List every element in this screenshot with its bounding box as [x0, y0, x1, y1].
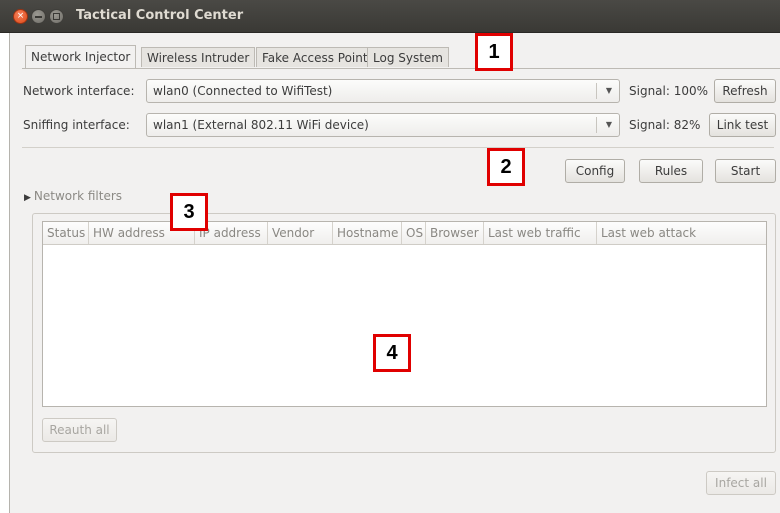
column-header-browser[interactable]: Browser — [426, 222, 484, 244]
tab-wireless-intruder[interactable]: Wireless Intruder — [141, 47, 256, 67]
network-interface-select[interactable]: wlan0 (Connected to WifiTest) ▼ — [146, 79, 620, 103]
rules-button[interactable]: Rules — [639, 159, 703, 183]
tab-log-system[interactable]: Log System — [367, 47, 449, 67]
column-header-last-web-attack[interactable]: Last web attack — [597, 222, 768, 244]
expander-arrow-icon: ▶ — [24, 193, 31, 203]
annotation-marker-1: 1 — [475, 33, 513, 71]
hosts-table[interactable]: Status HW address IP address Vendor Host… — [42, 221, 767, 407]
maximize-window-icon[interactable] — [49, 9, 64, 24]
infect-all-button[interactable]: Infect all — [706, 471, 776, 495]
annotation-marker-3: 3 — [170, 193, 208, 231]
horizontal-separator — [22, 147, 774, 148]
title-bar: × Tactical Control Center — [0, 0, 780, 33]
chevron-down-icon: ▼ — [605, 120, 612, 129]
chevron-down-icon: ▼ — [605, 86, 612, 95]
main-window: Network Injector Wireless Intruder Fake … — [9, 33, 780, 513]
window-title: Tactical Control Center — [76, 8, 244, 23]
hosts-frame: Status HW address IP address Vendor Host… — [32, 213, 776, 453]
annotation-marker-2: 2 — [487, 148, 525, 186]
combo-separator — [596, 117, 597, 133]
sniffing-interface-label: Sniffing interface: — [23, 118, 130, 132]
column-header-vendor[interactable]: Vendor — [268, 222, 333, 244]
column-header-hostname[interactable]: Hostname — [333, 222, 402, 244]
column-header-last-web-traffic[interactable]: Last web traffic — [484, 222, 597, 244]
sniffing-interface-select[interactable]: wlan1 (External 802.11 WiFi device) ▼ — [146, 113, 620, 137]
config-button[interactable]: Config — [565, 159, 625, 183]
link-test-button[interactable]: Link test — [709, 113, 776, 137]
network-signal-text: Signal: 100% — [629, 84, 709, 98]
network-filters-label: Network filters — [33, 189, 123, 203]
tab-divider — [22, 68, 780, 69]
network-filters-expander[interactable]: ▶ Network filters — [24, 189, 122, 203]
table-header: Status HW address IP address Vendor Host… — [43, 222, 766, 245]
reauth-all-button[interactable]: Reauth all — [42, 418, 117, 442]
column-header-os[interactable]: OS — [402, 222, 426, 244]
network-interface-value: wlan0 (Connected to WifiTest) — [153, 84, 333, 98]
tab-fake-access-point[interactable]: Fake Access Point — [256, 47, 374, 67]
network-interface-label: Network interface: — [23, 84, 135, 98]
combo-separator — [596, 83, 597, 99]
sniffing-interface-value: wlan1 (External 802.11 WiFi device) — [153, 118, 369, 132]
column-header-status[interactable]: Status — [43, 222, 89, 244]
sniffing-signal-text: Signal: 82% — [629, 118, 701, 132]
minimize-window-icon[interactable] — [31, 9, 46, 24]
tab-network-injector[interactable]: Network Injector — [25, 45, 137, 68]
annotation-marker-4: 4 — [373, 334, 411, 372]
start-button[interactable]: Start — [715, 159, 776, 183]
close-window-icon[interactable]: × — [13, 9, 28, 24]
refresh-button[interactable]: Refresh — [714, 79, 776, 103]
